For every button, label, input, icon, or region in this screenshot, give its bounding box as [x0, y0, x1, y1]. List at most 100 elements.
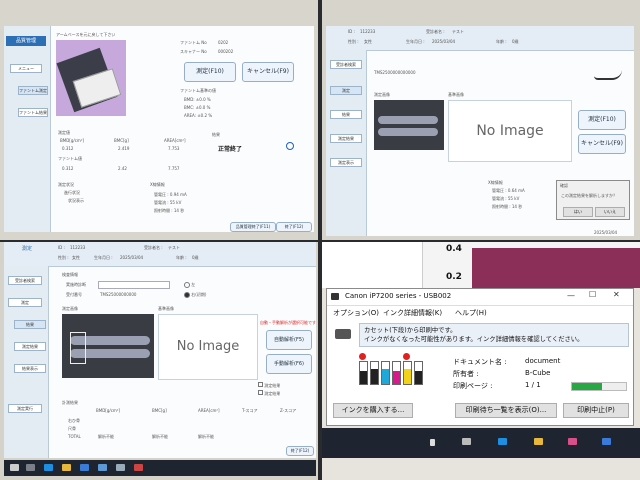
- store-icon[interactable]: [80, 464, 89, 471]
- id-value: 112233: [360, 29, 376, 34]
- search-icon[interactable]: [26, 464, 35, 471]
- start-icon[interactable]: [10, 464, 19, 471]
- measured-area: 7.753: [168, 146, 180, 151]
- exam-id: TMS2500000000000: [374, 70, 416, 75]
- measure-button-2[interactable]: 測定(F10): [578, 110, 626, 130]
- nav-phantom-result[interactable]: ファントム結果: [18, 108, 48, 117]
- store-icon-2[interactable]: [568, 438, 577, 445]
- edge-icon-2[interactable]: [498, 438, 507, 445]
- nav-patient-search-3[interactable]: 受診者検索: [8, 276, 42, 285]
- birth-value-3: 2025/03/04: [120, 255, 144, 260]
- nav-measure-3[interactable]: 測定: [8, 298, 42, 307]
- measure-sidebar: 受診者検索 測定 結果 測定結果 測定表示: [326, 50, 367, 236]
- nav-measure-run-3[interactable]: 測定実行: [8, 404, 42, 413]
- field2-label: 受付番号: [66, 292, 82, 297]
- status-label: 測定状況: [58, 182, 74, 187]
- folder-icon[interactable]: [62, 464, 71, 471]
- ink-bk: [370, 361, 379, 385]
- axis-tick-04: 0.4: [446, 244, 462, 254]
- mail-icon[interactable]: [98, 464, 107, 471]
- result-title-3: 計測結果: [62, 400, 78, 405]
- task-view-icon[interactable]: [462, 438, 471, 445]
- check-2-label: 測定結果: [264, 391, 281, 396]
- col-bmc: BMC[g]: [114, 138, 129, 143]
- check-2[interactable]: 測定結果: [258, 390, 280, 397]
- doc-value: document: [525, 357, 561, 365]
- maximize-icon[interactable]: ☐: [589, 290, 596, 299]
- qc-nav-title: 品質管理: [6, 36, 46, 46]
- owner-value: B-Cube: [525, 369, 551, 377]
- age-value-3: 0歳: [192, 255, 199, 260]
- id-value-3: 112233: [70, 245, 86, 250]
- id-label-3: ID :: [58, 245, 65, 250]
- check-1[interactable]: 測定結果: [258, 382, 280, 389]
- dialog-yes-button[interactable]: はい: [563, 207, 593, 217]
- photos-icon[interactable]: [602, 438, 611, 445]
- exit-button[interactable]: 終了(F12): [276, 222, 312, 232]
- menu-ink-details[interactable]: インク詳細情報(K): [383, 308, 442, 318]
- nav-measure-result-3[interactable]: 測定結果: [14, 342, 46, 351]
- cancel-button[interactable]: キャンセル(F9): [242, 62, 294, 82]
- analysis-sidebar: 受診者検索 測定 結果 測定結果 結果表示 測定実行: [4, 266, 49, 458]
- ink-magenta: [392, 361, 401, 385]
- warning-icon-1: [359, 353, 366, 360]
- app2-icon[interactable]: [134, 464, 143, 471]
- res-col-t: T-スコア: [242, 408, 258, 413]
- app-icon[interactable]: [116, 464, 125, 471]
- radio-left[interactable]: 左: [184, 282, 195, 288]
- nav-result-3[interactable]: 結果: [14, 320, 46, 329]
- analysis-warning: 自動・手動解析が選択可能です: [260, 320, 316, 325]
- menu-options[interactable]: オプション(O): [333, 308, 379, 318]
- xray-time: 照射時間 : 14 秒: [154, 208, 185, 213]
- bone-label-3: 測定画像: [62, 306, 78, 311]
- field1-input[interactable]: [98, 281, 170, 289]
- nav-measure[interactable]: 測定: [330, 86, 362, 95]
- dialog-text: この測定結果を解析しますか？: [561, 193, 617, 198]
- nav-measure-result[interactable]: 測定結果: [330, 134, 362, 143]
- dialog-no-button[interactable]: いいえ: [595, 207, 625, 217]
- nav-measure-display[interactable]: 測定表示: [330, 158, 362, 167]
- show-queue-button[interactable]: 印刷待ち一覧を表示(O)...: [455, 403, 557, 418]
- manual-analyze-button[interactable]: 手動解析(F6): [266, 354, 312, 374]
- xray-voltage-2: 管電流 : 55 kV: [492, 196, 520, 201]
- xray-voltage: 管電流 : 55 kV: [154, 200, 182, 205]
- confirm-dialog: 確認 この測定結果を解析しますか？ はい いいえ: [556, 180, 630, 220]
- ink-pgbk: [359, 361, 368, 385]
- sex-value: 女性: [364, 39, 372, 44]
- cancel-print-button[interactable]: 印刷中止(P): [563, 403, 629, 418]
- printer-dialog: Canon iP7200 series - USB002 — ☐ ✕ オプション…: [326, 288, 634, 426]
- bone-image: [374, 100, 444, 150]
- radio-right[interactable]: 右(初期): [184, 292, 206, 298]
- nav-phantom-measure[interactable]: ファントム測定: [18, 86, 48, 95]
- auto-analyze-button[interactable]: 自動解析(F5): [266, 330, 312, 350]
- folder-icon-2[interactable]: [534, 438, 543, 445]
- edge-icon[interactable]: [44, 464, 53, 471]
- printer-message-box: カセット(下段)から印刷中です。 インクがなくなった可能性があります。インク詳細…: [359, 323, 629, 347]
- nav-patient-search[interactable]: 受診者検索: [330, 60, 362, 69]
- printer-device-icon: [335, 329, 351, 339]
- buy-ink-button[interactable]: インクを購入する...: [333, 403, 413, 418]
- menu-help[interactable]: ヘルプ(H): [455, 308, 487, 318]
- microphone-icon[interactable]: [430, 439, 435, 446]
- nav-result-display-3[interactable]: 結果表示: [14, 364, 46, 373]
- qc-end-button[interactable]: 品質管理終了(F11): [230, 222, 276, 232]
- analysis-exit-button[interactable]: 終了(F12): [286, 446, 314, 456]
- close-icon[interactable]: ✕: [613, 290, 620, 299]
- check-1-label: 測定結果: [264, 383, 281, 388]
- nav-menu[interactable]: メニュー: [10, 64, 42, 73]
- nav-result[interactable]: 結果: [330, 110, 362, 119]
- phantom-value-label: ファントム値: [58, 156, 82, 161]
- minimize-icon[interactable]: —: [567, 291, 575, 300]
- qc-phantom-screen: 品質管理 メニュー ファントム測定 ファントム結果 アームベースを元に戻して下さ…: [0, 0, 318, 240]
- criteria-bmd: BMD: ±0.0 %: [184, 97, 211, 102]
- cancel-button-2[interactable]: キャンセル(F9): [578, 134, 626, 154]
- name-value: テスト: [452, 29, 464, 34]
- measure-button[interactable]: 測定(F10): [184, 62, 236, 82]
- analysis-screen: 測定 ID : 112233 受診者名 : テスト 性別 : 女性 生年月日 :…: [0, 242, 318, 480]
- scanner-no-label: スキャナー No: [180, 49, 207, 54]
- date-text: 2025/03/04: [594, 230, 618, 235]
- xray-label-2: X線情報: [488, 180, 503, 185]
- measured-bmc: 2.419: [118, 146, 130, 151]
- no-image-text: No Image: [476, 123, 544, 139]
- warning-icon-2: [403, 353, 410, 360]
